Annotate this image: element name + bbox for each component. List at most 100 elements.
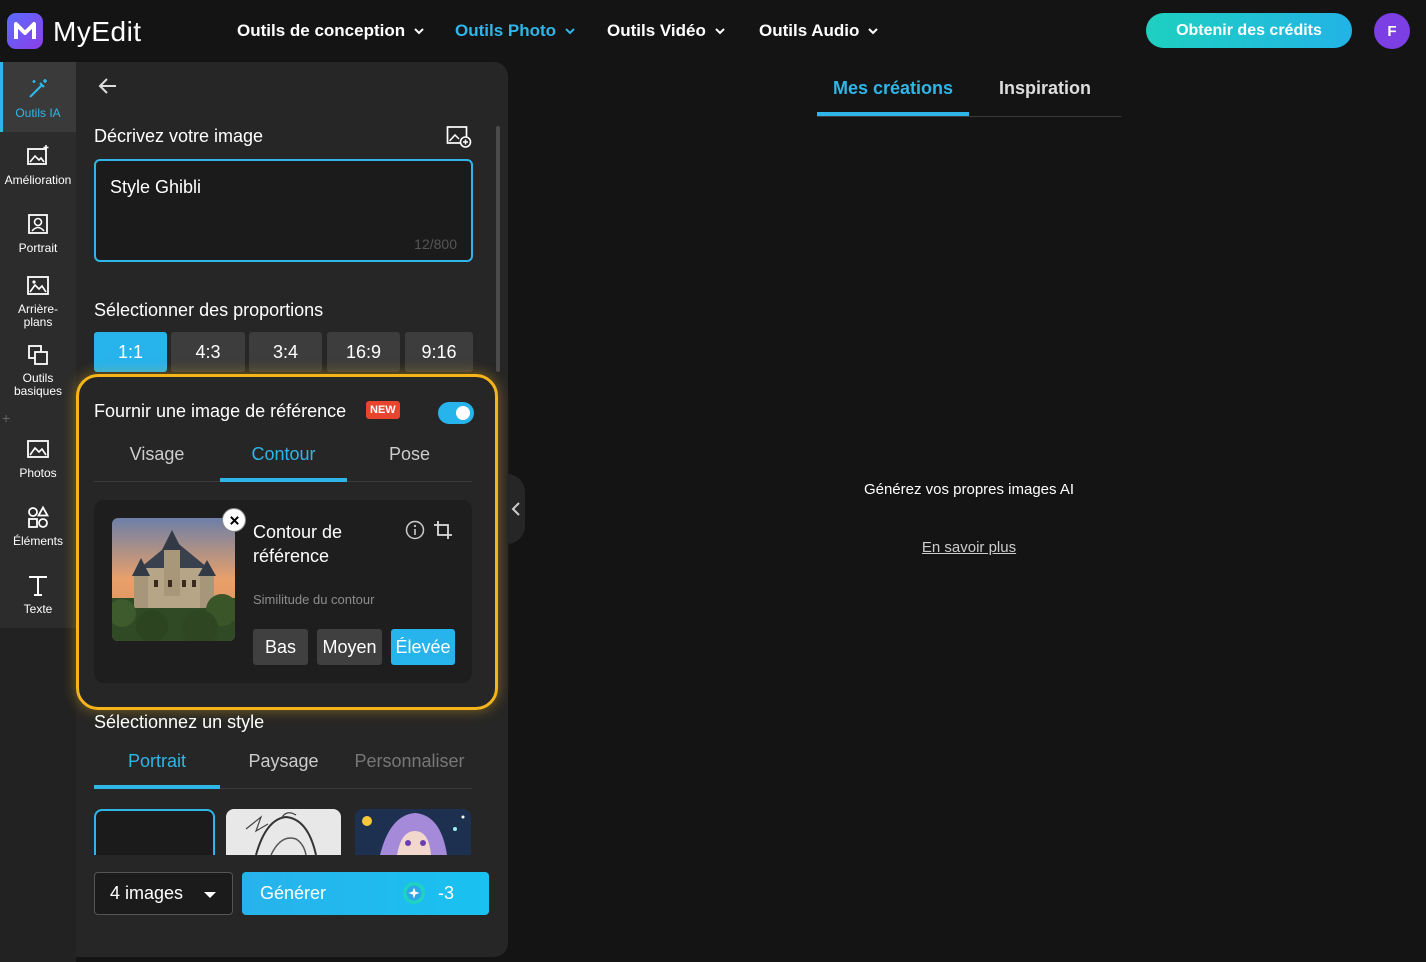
ratio-1-1-button[interactable]: 1:1: [94, 332, 167, 372]
rail-item-label: Texte: [23, 602, 53, 616]
back-arrow-icon[interactable]: [96, 74, 120, 98]
new-badge: NEW: [366, 401, 400, 419]
top-navigation: MyEdit Outils de conception Outils Photo…: [0, 0, 1426, 62]
nav-label: Outils Photo: [455, 21, 557, 40]
rail-item-label: Outils basiques: [13, 371, 63, 398]
tab-contour[interactable]: Contour: [220, 444, 347, 465]
prompt-textarea[interactable]: Style Ghibli 12/800: [94, 159, 473, 262]
info-icon[interactable]: [405, 520, 425, 540]
nav-design-tools[interactable]: Outils de conception: [237, 21, 425, 41]
credit-icon: [403, 882, 425, 904]
reference-thumbnail[interactable]: [112, 518, 235, 641]
ratio-3-4-button[interactable]: 3:4: [249, 332, 322, 372]
rail-item-portrait[interactable]: Portrait: [0, 211, 76, 255]
prompt-text: Style Ghibli: [110, 177, 202, 197]
panel-scrollbar[interactable]: [496, 126, 500, 372]
image-count-select[interactable]: 4 images: [94, 872, 233, 915]
remove-reference-button[interactable]: [222, 508, 246, 532]
proportions-title: Sélectionner des proportions: [94, 300, 324, 320]
ratio-16-9-button[interactable]: 16:9: [327, 332, 400, 372]
similarity-label: Similitude du contour: [253, 592, 375, 607]
main-tab-divider: [817, 116, 1121, 117]
rail-item-label: Outils IA: [15, 106, 61, 120]
nav-photo-tools[interactable]: Outils Photo: [455, 21, 576, 41]
rail-bottom-area: [0, 628, 76, 962]
tab-face[interactable]: Visage: [94, 444, 220, 465]
portrait-icon: [28, 214, 48, 234]
chevron-down-icon: [715, 28, 725, 35]
similarity-high-button[interactable]: Élevée: [391, 629, 455, 665]
describe-title: Décrivez votre image: [94, 126, 264, 146]
rail-item-label: Amélioration: [4, 173, 72, 187]
rail-item-label: Portrait: [18, 241, 58, 255]
empty-state-message: Générez vos propres images AI: [863, 481, 1075, 498]
caret-down-icon: [204, 892, 216, 898]
rail-item-elements[interactable]: Éléments: [0, 504, 76, 548]
tab-style-portrait[interactable]: Portrait: [94, 751, 220, 772]
tab-pose[interactable]: Pose: [347, 444, 472, 465]
generate-label: Générer: [260, 883, 327, 903]
background-icon: [27, 276, 49, 295]
nav-label: Outils Audio: [759, 21, 860, 40]
get-credits-button[interactable]: Obtenir des crédits: [1146, 13, 1352, 48]
rail-item-label: Éléments: [12, 534, 64, 548]
style-thumb-sketch[interactable]: [226, 809, 341, 855]
nav-video-tools[interactable]: Outils Vidéo: [607, 21, 726, 41]
close-icon: [229, 515, 239, 525]
chevron-down-icon: [868, 28, 879, 35]
tab-my-creations[interactable]: Mes créations: [833, 78, 953, 99]
castle-image: [112, 518, 235, 641]
rail-active-indicator: [0, 62, 3, 132]
reference-card-title: Contour de référence: [253, 522, 343, 566]
chevron-down-icon: [414, 28, 424, 35]
nav-audio-tools[interactable]: Outils Audio: [759, 21, 879, 41]
anime-style-image: [355, 809, 471, 855]
style-thumb-none[interactable]: [94, 809, 215, 855]
magic-wand-icon: [29, 79, 47, 98]
similarity-medium-button[interactable]: Moyen: [317, 629, 382, 665]
avatar[interactable]: F: [1374, 13, 1410, 49]
myedit-logo-icon[interactable]: [7, 13, 43, 49]
active-tab-underline: [220, 478, 347, 482]
generate-cost: -3: [438, 883, 455, 903]
collapse-panel-button[interactable]: [507, 474, 525, 544]
image-enhance-icon: [27, 145, 49, 165]
ratio-9-16-button[interactable]: 9:16: [405, 332, 473, 372]
image-count-value: 4 images: [110, 883, 184, 903]
learn-more-link[interactable]: En savoir plus: [750, 539, 1188, 556]
app-name[interactable]: MyEdit: [53, 16, 142, 48]
image-upload-icon[interactable]: [446, 125, 472, 149]
reference-image-title: Fournir une image de référence: [94, 401, 347, 421]
tab-style-landscape[interactable]: Paysage: [220, 751, 347, 772]
tab-inspiration[interactable]: Inspiration: [999, 78, 1091, 99]
ratio-4-3-button[interactable]: 4:3: [171, 332, 245, 372]
rail-item-backgrounds[interactable]: Arrière-plans: [0, 273, 76, 329]
crop-icon[interactable]: [433, 520, 453, 540]
rail-item-text[interactable]: Texte: [0, 572, 76, 616]
nav-label: Outils Vidéo: [607, 21, 706, 40]
chevron-down-icon: [565, 28, 575, 35]
tab-style-custom[interactable]: Personnaliser: [347, 751, 472, 772]
text-icon: [29, 576, 47, 596]
similarity-low-button[interactable]: Bas: [253, 629, 308, 665]
reference-image-toggle[interactable]: [438, 402, 474, 424]
style-thumb-anime[interactable]: [355, 809, 471, 855]
rail-item-photos[interactable]: Photos: [0, 436, 76, 480]
main-active-tab-underline: [817, 112, 969, 116]
nav-label: Outils de conception: [237, 21, 406, 40]
rail-add-divider: +: [2, 410, 11, 426]
crop-tools-icon: [28, 345, 48, 365]
photos-icon: [27, 440, 49, 458]
sketch-style-image: [245, 812, 317, 855]
prompt-char-count: 12/800: [414, 236, 457, 252]
rail-item-label: Arrière-plans: [17, 302, 58, 329]
rail-item-basic-tools[interactable]: Outils basiques: [0, 342, 76, 398]
rail-item-enhance[interactable]: Amélioration: [0, 143, 76, 187]
elements-icon: [28, 505, 50, 528]
rail-item-ai-tools[interactable]: Outils IA: [0, 62, 76, 132]
rail-item-label: Photos: [19, 466, 57, 480]
generate-button[interactable]: Générer -3: [242, 872, 489, 915]
chevron-left-icon: [511, 502, 520, 516]
style-active-tab-underline: [94, 785, 220, 789]
style-title: Sélectionnez un style: [94, 712, 265, 732]
